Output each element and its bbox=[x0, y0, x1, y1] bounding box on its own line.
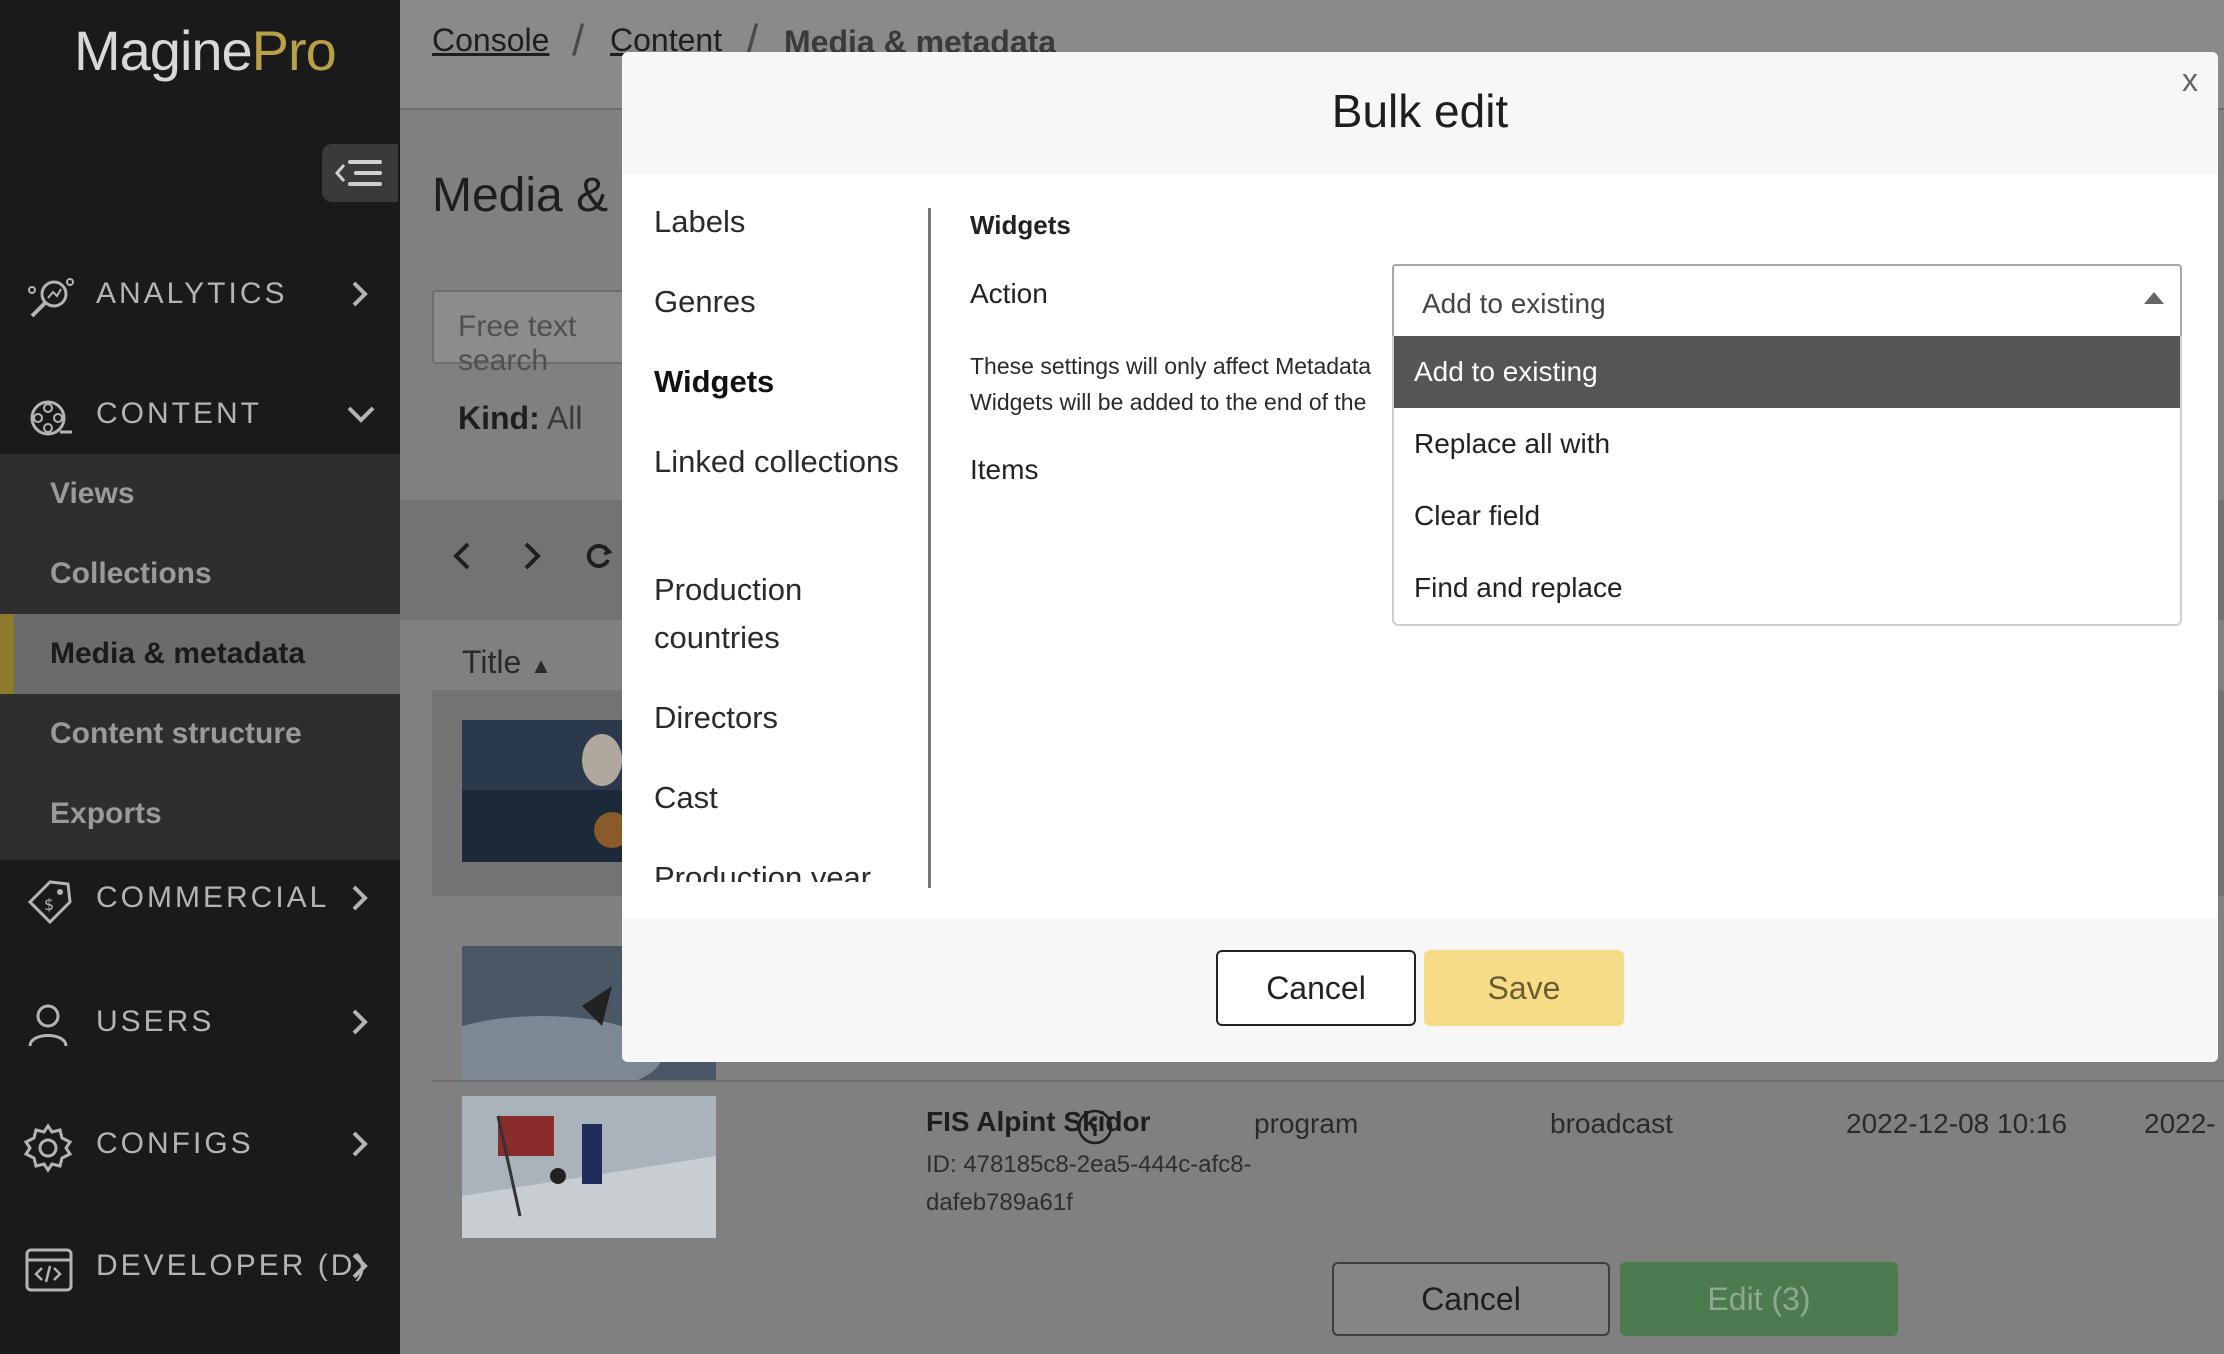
bulk-edit-modal: Bulk edit x Labels Genres Widgets Linked… bbox=[622, 52, 2218, 1062]
field-item-production-countries[interactable]: Production countries bbox=[654, 566, 924, 662]
nav-label-configs: CONFIGS bbox=[96, 1127, 254, 1160]
film-reel-icon bbox=[30, 400, 72, 436]
row-updated: 2022- bbox=[2144, 1108, 2216, 1139]
sidebar-item-content-structure[interactable]: Content structure bbox=[0, 694, 400, 774]
kind-filter[interactable]: Kind: All bbox=[458, 400, 582, 437]
price-tag-icon: $ bbox=[27, 880, 72, 925]
action-select[interactable]: Add to existing bbox=[1392, 264, 2182, 338]
nav-label-users: USERS bbox=[96, 1005, 215, 1038]
field-item-labels[interactable]: Labels bbox=[654, 198, 924, 246]
option-clear-field[interactable]: Clear field bbox=[1394, 480, 2180, 552]
field-item-production-year[interactable]: Production year bbox=[654, 854, 924, 882]
option-replace-all-with[interactable]: Replace all with bbox=[1394, 408, 2180, 480]
collapse-menu-icon bbox=[335, 160, 382, 186]
field-item-cast[interactable]: Cast bbox=[654, 774, 924, 822]
edit-selected-button[interactable]: Edit (3) bbox=[1620, 1262, 1898, 1336]
sidebar-item-views[interactable]: Views bbox=[0, 454, 400, 534]
sort-icon: ▲︎ bbox=[530, 653, 552, 678]
option-add-to-existing[interactable]: Add to existing bbox=[1394, 336, 2180, 408]
nav-section-content[interactable]: CONTENT bbox=[0, 374, 400, 454]
close-icon[interactable]: x bbox=[2182, 62, 2198, 99]
nav-label-content: CONTENT bbox=[96, 397, 262, 430]
column-header-title[interactable]: Title ▲︎ bbox=[462, 644, 552, 681]
sidebar-item-media-metadata[interactable]: Media & metadata bbox=[0, 614, 400, 694]
chevron-right-icon bbox=[352, 885, 368, 911]
modal-cancel-button[interactable]: Cancel bbox=[1216, 950, 1416, 1026]
field-item-directors[interactable]: Directors bbox=[654, 694, 924, 742]
chevron-right-icon bbox=[352, 281, 368, 307]
nav-label-developer: DEVELOPER (D) bbox=[96, 1249, 369, 1282]
chevron-down-icon bbox=[347, 406, 375, 423]
info-text: These settings will only affect Metadata… bbox=[970, 353, 1372, 415]
sidebar-item-collections[interactable]: Collections bbox=[0, 534, 400, 614]
kind-filter-value: All bbox=[546, 400, 583, 436]
row-title[interactable]: FIS Alpint Skidor bbox=[926, 1106, 1151, 1138]
nav-section-users[interactable]: USERS bbox=[0, 982, 400, 1062]
row-kind: program bbox=[1254, 1108, 1359, 1139]
caret-up-icon bbox=[2144, 292, 2164, 304]
field-list-divider bbox=[928, 208, 931, 888]
modal-footer bbox=[622, 918, 2218, 1062]
kind-filter-label: Kind: bbox=[458, 400, 540, 436]
chevron-left-icon[interactable] bbox=[450, 540, 474, 572]
code-window-icon bbox=[25, 1248, 73, 1292]
content-submenu: Views Collections Media & metadata Conte… bbox=[0, 454, 400, 860]
row-id: ID: 478185c8-2ea5-444c-afc8-dafeb789a61f bbox=[926, 1151, 1252, 1216]
field-item-genres[interactable]: Genres bbox=[654, 278, 924, 326]
modal-save-button[interactable]: Save bbox=[1424, 950, 1624, 1026]
modal-title: Bulk edit bbox=[1331, 85, 1509, 137]
sidebar: MaginePro ANALYTICS CONTENT Views Collec… bbox=[0, 0, 400, 1354]
chevron-right-icon bbox=[352, 1131, 368, 1157]
nav-section-configs[interactable]: CONFIGS bbox=[0, 1104, 400, 1184]
media-thumbnail bbox=[462, 1096, 716, 1238]
chevron-right-icon[interactable] bbox=[520, 540, 544, 572]
nav-section-developer[interactable]: DEVELOPER (D) bbox=[0, 1226, 400, 1306]
section-title: Widgets bbox=[970, 210, 1071, 240]
chevron-right-icon bbox=[352, 1253, 368, 1279]
sidebar-item-exports[interactable]: Exports bbox=[0, 774, 400, 854]
info-icon[interactable] bbox=[1076, 1108, 1114, 1146]
app-logo[interactable]: MaginePro bbox=[74, 18, 337, 83]
field-list: Labels Genres Widgets Linked collections… bbox=[622, 192, 932, 882]
row-type: broadcast bbox=[1550, 1108, 1673, 1139]
gear-icon bbox=[23, 1123, 73, 1173]
svg-text:$: $ bbox=[44, 895, 54, 914]
field-item-widgets[interactable]: Widgets bbox=[654, 358, 924, 406]
items-label: Items bbox=[970, 454, 1039, 485]
action-select-value: Add to existing bbox=[1422, 288, 1606, 319]
chevron-right-icon bbox=[352, 1009, 368, 1035]
breadcrumb-separator: / bbox=[572, 16, 585, 65]
analytics-icon bbox=[28, 278, 74, 318]
option-find-and-replace[interactable]: Find and replace bbox=[1394, 552, 2180, 624]
action-dropdown-menu: Add to existing Replace all with Clear f… bbox=[1392, 336, 2182, 626]
action-label: Action bbox=[970, 278, 1048, 309]
modal-header: Bulk edit x bbox=[622, 52, 2218, 174]
table-row[interactable]: FIS Alpint Skidor ID: 478185c8-2ea5-444c… bbox=[432, 1080, 2224, 1250]
field-item-linked-collections[interactable]: Linked collections bbox=[654, 438, 924, 486]
nav-section-analytics[interactable]: ANALYTICS bbox=[0, 254, 400, 334]
collapse-sidebar-button[interactable] bbox=[322, 144, 398, 202]
breadcrumb-console[interactable]: Console bbox=[432, 22, 549, 59]
footer-cancel-button[interactable]: Cancel bbox=[1332, 1262, 1610, 1336]
row-created: 2022-12-08 10:16 bbox=[1846, 1108, 2068, 1139]
nav-section-commercial[interactable]: $ COMMERCIAL bbox=[0, 858, 400, 938]
nav-label-commercial: COMMERCIAL bbox=[96, 881, 330, 914]
user-icon bbox=[28, 1004, 68, 1047]
nav-label-analytics: ANALYTICS bbox=[96, 277, 288, 310]
refresh-icon[interactable] bbox=[584, 540, 614, 572]
